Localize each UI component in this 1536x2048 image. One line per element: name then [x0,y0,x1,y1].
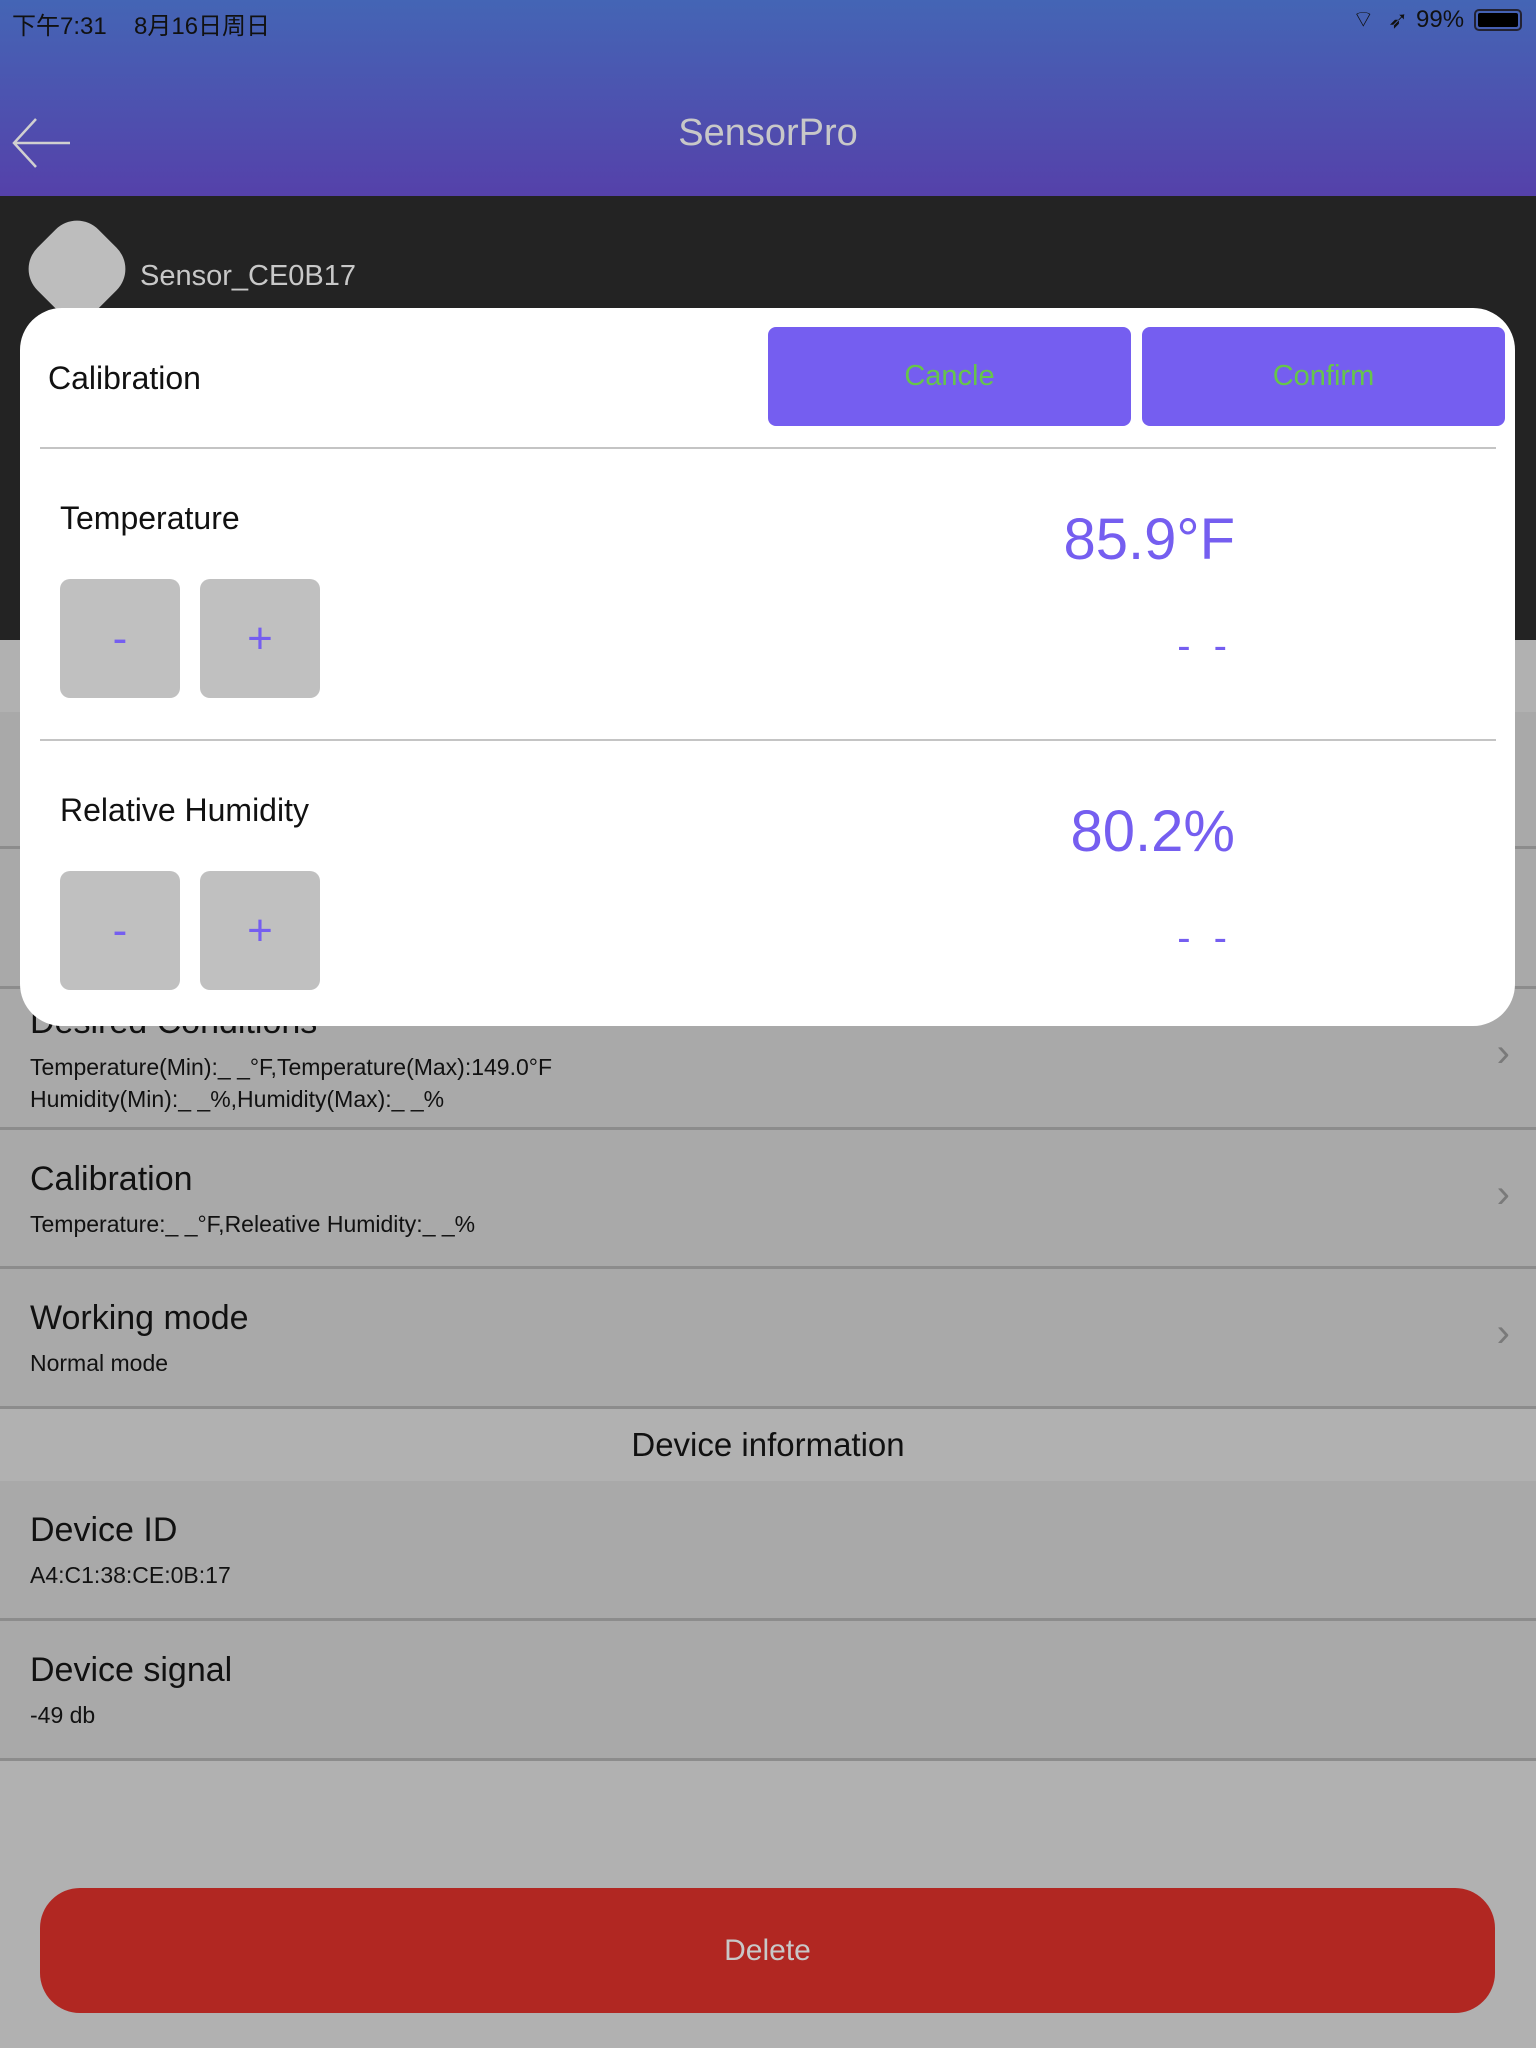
temperature-decrease-button[interactable]: - [60,579,180,698]
row-subtitle: Humidity(Min):_ _%,Humidity(Max):_ _% [30,1086,445,1112]
wifi-icon: ⌔ [1352,6,1375,33]
row-subtitle: A4:C1:38:CE:0B:17 [30,1562,231,1588]
temperature-offset: - - [1177,624,1233,668]
chevron-right-icon: › [1496,1031,1510,1075]
temperature-label: Temperature [60,500,240,536]
row-calibration[interactable]: Calibration Temperature:_ _°F,Releative … [0,1130,1536,1269]
row-title: Calibration [30,1160,193,1198]
row-subtitle: Temperature(Min):_ _°F,Temperature(Max):… [30,1054,553,1080]
chevron-right-icon: › [1496,1311,1510,1355]
row-subtitle: Temperature:_ _°F,Releative Humidity:_ _… [30,1211,476,1237]
humidity-label: Relative Humidity [60,792,309,828]
humidity-increase-button[interactable]: + [200,871,320,990]
row-title: Working mode [30,1299,249,1337]
location-icon: ➶ [1388,7,1409,34]
divider [40,447,1496,449]
page-title: SensorPro [678,112,858,154]
section-header: Device information [0,1409,1536,1481]
temperature-value: 85.9°F [1063,507,1235,572]
divider [40,739,1496,741]
row-working-mode[interactable]: Working mode Normal mode › [0,1269,1536,1409]
calibration-dialog: Calibration Cancle Confirm Temperature 8… [20,308,1515,1026]
cancel-button[interactable]: Cancle [768,327,1131,426]
row-device-signal: Device signal -49 db [0,1621,1536,1761]
row-subtitle: Normal mode [30,1350,169,1376]
dialog-title: Calibration [48,360,201,396]
delete-button[interactable]: Delete [40,1888,1495,2013]
row-title: Device signal [30,1651,233,1689]
row-subtitle: -49 db [30,1702,96,1728]
humidity-offset: - - [1177,916,1233,960]
humidity-decrease-button[interactable]: - [60,871,180,990]
humidity-value: 80.2% [1070,799,1235,864]
chevron-right-icon: › [1496,1172,1510,1216]
device-name: Sensor_CE0B17 [140,260,357,292]
battery-percent: 99% [1416,6,1465,33]
row-device-id: Device ID A4:C1:38:CE:0B:17 [0,1481,1536,1621]
row-title: Device ID [30,1511,178,1549]
battery-icon [1474,9,1522,31]
temperature-increase-button[interactable]: + [200,579,320,698]
status-time: 下午7:31 [12,13,107,40]
confirm-button[interactable]: Confirm [1142,327,1505,426]
status-date: 8月16日周日 [134,13,271,40]
